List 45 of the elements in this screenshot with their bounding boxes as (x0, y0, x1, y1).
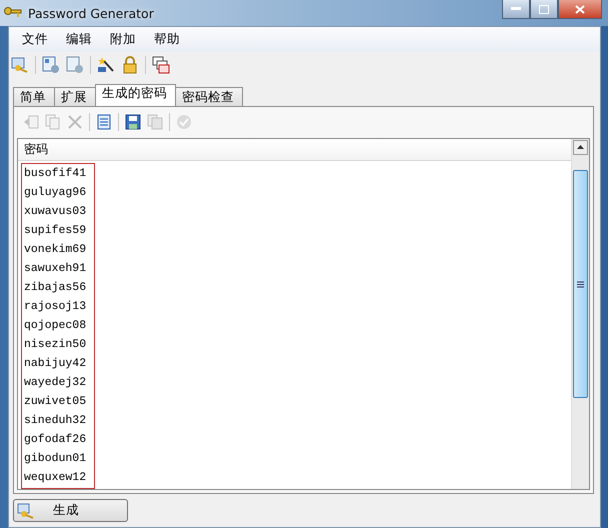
menu-item[interactable]: 附加 (101, 30, 145, 49)
tab[interactable]: 密码检查 (175, 87, 243, 106)
menu-item[interactable]: 编辑 (57, 30, 101, 49)
password-text[interactable]: busofif41 (24, 164, 86, 183)
minimize-button[interactable] (502, 0, 530, 19)
password-text[interactable]: sawuxeh91 (24, 259, 86, 278)
password-text[interactable]: sineduh32 (24, 411, 86, 430)
password-text[interactable]: nabijuy42 (24, 354, 86, 373)
close-button[interactable] (558, 0, 602, 19)
tab[interactable]: 生成的密码 (95, 84, 176, 106)
password-text[interactable]: rajosoj13 (24, 297, 86, 316)
window-title: Password Generator (28, 6, 154, 20)
windows-icon[interactable] (152, 56, 170, 74)
tab[interactable]: 扩展 (54, 87, 96, 106)
menu-item[interactable]: 帮助 (145, 30, 189, 49)
password-text[interactable]: xuwavus03 (24, 202, 86, 221)
scrollbar[interactable] (571, 139, 589, 489)
scroll-up-icon[interactable] (573, 140, 588, 155)
password-text[interactable]: vonekim69 (24, 240, 86, 259)
password-text[interactable]: qojopec08 (24, 316, 86, 335)
password-text[interactable]: wequxew12 (24, 468, 86, 487)
password-text[interactable]: zibajas56 (24, 278, 86, 297)
password-text[interactable]: gofodaf26 (24, 430, 86, 449)
password-text[interactable]: zuwivet05 (24, 392, 86, 411)
password-text[interactable]: gibodun01 (24, 449, 86, 468)
key-icon (4, 6, 22, 20)
generate-button[interactable]: 生成 (13, 499, 128, 522)
grip-icon (577, 280, 584, 288)
close-icon (575, 4, 585, 14)
maximize-icon (539, 4, 549, 14)
scroll-thumb[interactable] (573, 170, 588, 398)
list-icon[interactable] (96, 114, 112, 130)
password-text[interactable]: nisezin50 (24, 335, 86, 354)
password-text[interactable]: guluyag96 (24, 183, 86, 202)
save-icon[interactable] (125, 114, 141, 130)
password-text[interactable]: wayedej32 (24, 373, 86, 392)
maximize-button[interactable] (530, 0, 558, 19)
menu-item[interactable]: 文件 (13, 30, 57, 49)
tab[interactable]: 简单 (13, 87, 55, 106)
password-text[interactable]: supifes59 (24, 221, 86, 240)
minimize-icon (511, 7, 521, 11)
lock-icon[interactable] (121, 56, 139, 74)
wand-icon[interactable] (97, 56, 115, 74)
key-document-icon[interactable] (11, 56, 29, 74)
key-document-icon (17, 502, 35, 518)
